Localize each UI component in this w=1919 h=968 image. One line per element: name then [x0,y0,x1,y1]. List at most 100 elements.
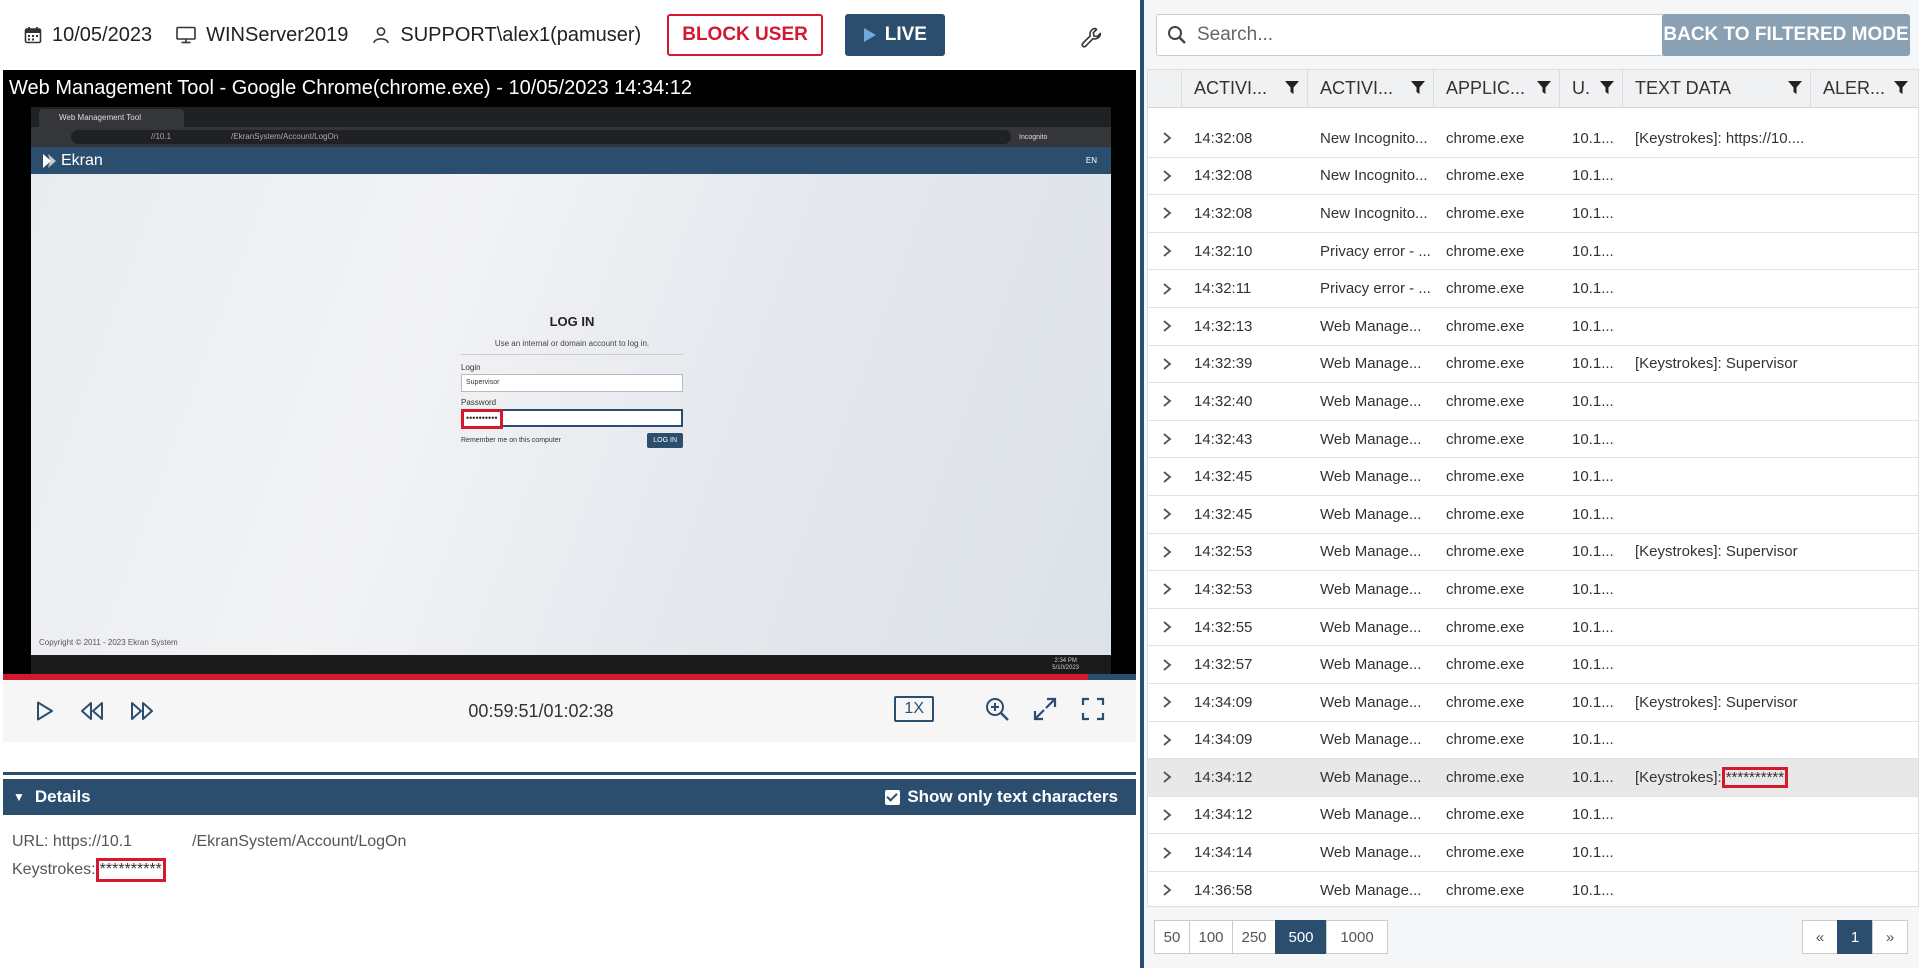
filter-icon[interactable] [1411,81,1425,95]
table-row[interactable]: 14:32:53 Web Manage... chrome.exe 10.1... [K… [1148,534,1918,572]
column-header-url[interactable]: U. [1560,70,1623,107]
column-header-activity-time[interactable]: ACTIVI... [1182,70,1308,107]
table-row[interactable]: 14:34:14 Web Manage... chrome.exe 10.1... [1148,834,1918,872]
show-only-text-toggle[interactable]: Show only text characters [885,787,1118,807]
chevron-right-icon[interactable] [1148,846,1182,859]
column-header-application[interactable]: APPLIC... [1434,70,1560,107]
filter-icon[interactable] [1788,81,1802,95]
filter-icon[interactable] [1600,81,1614,95]
chevron-right-icon[interactable] [1148,583,1182,596]
table-row[interactable]: 14:34:09 Web Manage... chrome.exe 10.1... [K… [1148,684,1918,722]
pagination-next-button[interactable]: » [1872,920,1908,954]
chevron-right-icon[interactable] [1148,282,1182,295]
table-row[interactable]: 14:32:11 Privacy error - ... chrome.exe 10.… [1148,270,1918,308]
cell-activity-title: Web Manage... [1308,431,1434,448]
search-input[interactable]: Search... [1156,14,1666,56]
column-header-activity-title[interactable]: ACTIVI... [1308,70,1434,107]
cell-activity-time-text: 14:32:40 [1194,392,1253,410]
table-row[interactable]: 14:32:40 Web Manage... chrome.exe 10.1... [1148,383,1918,421]
details-header[interactable]: ▼ Details Show only text characters [3,779,1136,815]
filter-icon[interactable] [1285,81,1299,95]
zoom-in-icon[interactable] [984,696,1010,722]
table-row[interactable]: 14:32:57 Web Manage... chrome.exe 10.1... [1148,646,1918,684]
chevron-right-icon[interactable] [1148,621,1182,633]
page-size-500[interactable]: 500 [1275,920,1327,954]
chevron-right-icon[interactable] [1148,395,1182,408]
cell-application-text: chrome.exe [1446,204,1525,222]
chevron-right-icon[interactable] [1148,696,1182,708]
filter-icon[interactable] [1894,81,1908,95]
page-size-50[interactable]: 50 [1154,920,1190,954]
table-row[interactable]: 14:32:43 Web Manage... chrome.exe 10.1... [1148,421,1918,459]
wrench-icon[interactable] [1080,26,1104,50]
table-row[interactable]: 14:32:08 New Incognito... chrome.exe 10.1..… [1148,195,1918,233]
chevron-right-icon[interactable] [1148,170,1182,182]
table-row[interactable]: 14:36:58 Web Manage... chrome.exe 10.1... [1148,872,1918,906]
pagination-page-1[interactable]: 1 [1837,920,1873,954]
session-player[interactable]: Web Management Tool - Google Chrome(chro… [3,70,1136,680]
session-info-bar: 10/05/2023 WINServer2019 SUPPORT\alex1(p… [0,0,1140,70]
chevron-right-icon[interactable] [1148,546,1182,558]
fullscreen-icon[interactable] [1080,696,1106,722]
table-row[interactable]: 14:32:08 New Incognito... chrome.exe 10.1..… [1148,120,1918,158]
rewind-icon[interactable] [79,700,105,722]
table-row[interactable]: 14:32:08 New Incognito... chrome.exe 10.1..… [1148,158,1918,196]
column-header-text-data[interactable]: TEXT DATA [1623,70,1811,107]
chevron-right-icon[interactable] [1148,884,1182,896]
cell-url-text: 10.1... [1572,242,1614,260]
column-header-alerts[interactable]: ALER... [1811,70,1916,107]
chevron-right-icon[interactable] [1148,132,1182,144]
expand-icon[interactable] [1032,696,1058,722]
playback-speed-button[interactable]: 1X [894,696,934,722]
chevron-right-icon[interactable] [1148,470,1182,483]
cell-activity-title-text: New Incognito... [1320,129,1428,147]
details-keystrokes-line: Keystrokes: ********** [12,856,406,884]
cell-application: chrome.exe [1434,581,1560,598]
pagination-prev-button[interactable]: « [1802,920,1838,954]
page-size-1000[interactable]: 1000 [1326,920,1388,954]
chevron-right-icon[interactable] [1148,245,1182,257]
chevron-right-icon[interactable] [1148,771,1182,784]
cell-activity-title-text: Web Manage... [1320,430,1422,448]
table-row[interactable]: 14:32:45 Web Manage... chrome.exe 10.1... [1148,458,1918,496]
chevron-right-icon[interactable] [1148,734,1182,746]
collapse-triangle-icon[interactable]: ▼ [13,790,25,804]
chevron-right-icon[interactable] [1148,207,1182,220]
chevron-right-icon[interactable] [1148,809,1182,821]
cell-activity-title: Web Manage... [1308,468,1434,485]
filter-icon[interactable] [1537,81,1551,95]
block-user-button[interactable]: BLOCK USER [667,14,823,56]
page-size-100[interactable]: 100 [1189,920,1233,954]
table-row[interactable]: 14:32:55 Web Manage... chrome.exe 10.1... [1148,609,1918,647]
play-icon[interactable] [33,700,55,722]
table-row[interactable]: 14:32:53 Web Manage... chrome.exe 10.1... [1148,571,1918,609]
show-only-text-checkbox[interactable] [885,789,901,805]
chevron-right-icon[interactable] [1148,320,1182,332]
table-row[interactable]: 14:32:10 Privacy error - ... chrome.exe 10.… [1148,233,1918,271]
table-row[interactable]: 14:32:13 Web Manage... chrome.exe 10.1... [1148,308,1918,346]
table-row[interactable]: 14:34:12 Web Manage... chrome.exe 10.1... [K… [1148,759,1918,797]
cell-text-data-text: [Keystrokes]: Supervisor [1635,693,1798,711]
cell-url-text: 10.1... [1572,693,1614,711]
cell-activity-time-text: 14:32:53 [1194,580,1253,598]
page-size-250[interactable]: 250 [1232,920,1276,954]
chevron-right-icon[interactable] [1148,508,1182,520]
fast-forward-icon[interactable] [129,700,155,722]
cell-application: chrome.exe [1434,543,1560,560]
table-row[interactable]: 14:32:45 Web Manage... chrome.exe 10.1... [1148,496,1918,534]
cell-activity-time-text: 14:32:08 [1194,129,1253,147]
chevron-right-icon[interactable] [1148,658,1182,671]
cell-application: chrome.exe [1434,431,1560,448]
table-row[interactable]: 14:34:12 Web Manage... chrome.exe 10.1... [1148,797,1918,835]
cell-activity-title-text: New Incognito... [1320,167,1428,185]
table-row[interactable]: 14:34:09 Web Manage... chrome.exe 10.1... [1148,722,1918,760]
back-to-filtered-mode-button[interactable]: BACK TO FILTERED MODE [1662,14,1910,56]
chevron-right-icon[interactable] [1148,358,1182,370]
cell-activity-time-text: 14:32:10 [1194,242,1253,260]
column-title: TEXT DATA [1635,78,1732,98]
table-row[interactable]: 14:32:39 Web Manage... chrome.exe 10.1... [K… [1148,346,1918,384]
cell-url: 10.1... [1560,656,1623,673]
chevron-right-icon[interactable] [1148,433,1182,445]
login-field: Supervisor [461,374,683,392]
live-button[interactable]: LIVE [844,14,945,56]
